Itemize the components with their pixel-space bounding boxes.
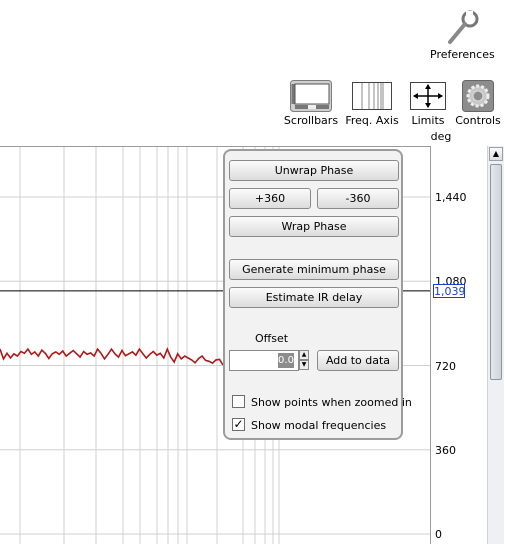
scroll-up-arrow-icon[interactable]: ▲ <box>489 147 503 161</box>
offset-label: Offset <box>255 332 289 345</box>
show-points-checkbox[interactable] <box>232 395 245 408</box>
phase-trace <box>0 346 224 366</box>
wrench-icon[interactable] <box>445 10 479 49</box>
scrollbar-thumb[interactable] <box>490 164 502 380</box>
show-modal-checkbox[interactable]: ✓ <box>232 418 245 431</box>
vertical-scrollbar[interactable]: ▲ <box>487 146 504 544</box>
wrap-phase-button[interactable]: Wrap Phase <box>229 216 399 237</box>
minus-360-button[interactable]: -360 <box>317 188 399 209</box>
plus-360-button[interactable]: +360 <box>229 188 311 209</box>
offset-input[interactable]: 0.0 <box>229 350 299 371</box>
controls-label: Controls <box>455 114 501 127</box>
y-axis-unit: deg <box>430 130 452 143</box>
gear-icon[interactable] <box>462 80 494 115</box>
controls-panel: Unwrap Phase +360 -360 Wrap Phase Genera… <box>223 149 412 440</box>
freq-axis-icon[interactable] <box>352 82 392 113</box>
limits-label: Limits <box>411 114 445 127</box>
estimate-ir-delay-button[interactable]: Estimate IR delay <box>229 287 399 308</box>
preferences-button[interactable]: Preferences <box>430 48 495 61</box>
limits-icon[interactable] <box>410 82 446 113</box>
y-tick-720: 720 <box>435 360 456 373</box>
y-tick-1440: 1,440 <box>435 191 467 204</box>
spin-down-icon[interactable]: ▼ <box>299 360 309 370</box>
show-modal-label: Show modal frequencies <box>251 419 387 432</box>
show-points-label: Show points when zoomed in <box>251 396 412 409</box>
generate-minimum-phase-button[interactable]: Generate minimum phase <box>229 259 399 280</box>
offset-value: 0.0 <box>278 353 294 368</box>
freq-axis-label: Freq. Axis <box>345 114 399 127</box>
scrollbars-icon[interactable] <box>290 80 332 115</box>
add-to-data-button[interactable]: Add to data <box>317 350 399 371</box>
cursor-value-readout: 1,039 <box>433 284 466 298</box>
scrollbars-label: Scrollbars <box>283 114 339 127</box>
offset-spinner[interactable]: ▲ ▼ <box>299 350 309 371</box>
y-tick-0: 0 <box>435 528 442 541</box>
unwrap-phase-button[interactable]: Unwrap Phase <box>229 160 399 181</box>
spin-up-icon[interactable]: ▲ <box>299 350 309 360</box>
y-tick-360: 360 <box>435 444 456 457</box>
